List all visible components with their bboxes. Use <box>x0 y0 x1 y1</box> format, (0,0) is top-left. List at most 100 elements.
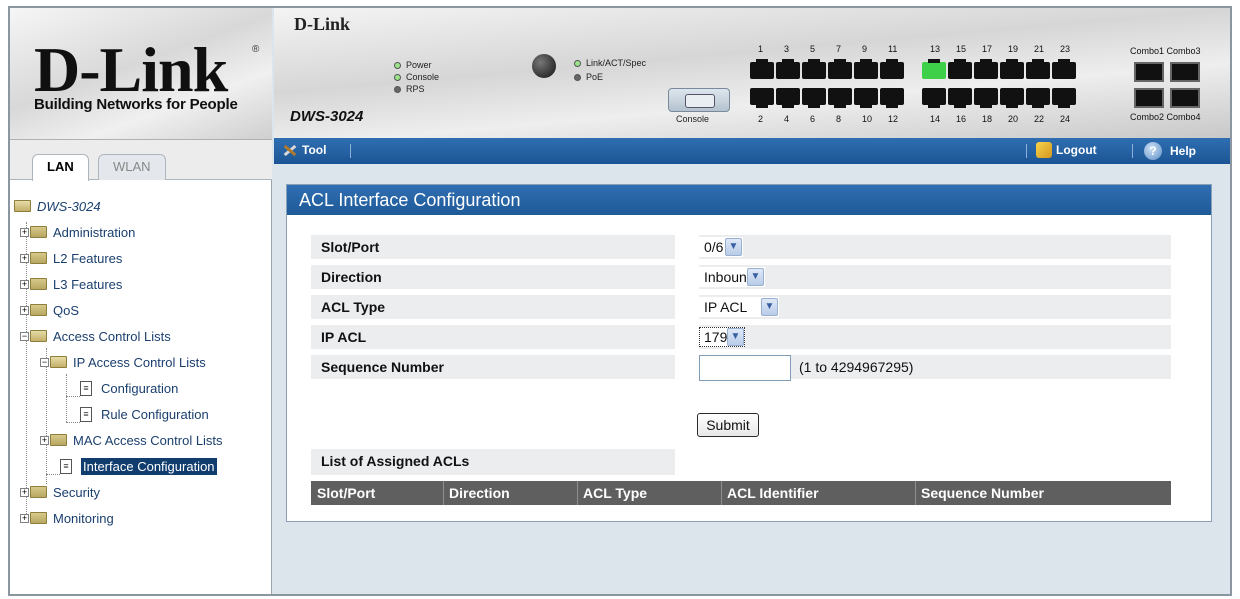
tree-item-access-control-lists[interactable]: − Access Control Lists <box>20 326 171 346</box>
port-22[interactable] <box>1026 88 1050 108</box>
help-button[interactable]: ? Help <box>1144 142 1196 160</box>
expand-icon[interactable]: + <box>20 279 29 289</box>
tree-item-interface-configuration[interactable]: ≡ Interface Configuration <box>60 456 217 476</box>
expand-icon[interactable]: + <box>20 487 29 497</box>
port-12[interactable] <box>880 88 904 108</box>
port-11[interactable] <box>880 59 904 79</box>
tree-item-label: MAC Access Control Lists <box>73 432 223 448</box>
port-8[interactable] <box>828 88 852 108</box>
port-21[interactable] <box>1026 59 1050 79</box>
port-13[interactable] <box>922 59 946 79</box>
tree-item-administration[interactable]: + Administration <box>20 222 135 242</box>
port-7[interactable] <box>828 59 852 79</box>
port-16[interactable] <box>948 88 972 108</box>
folder-open-icon <box>30 330 47 342</box>
port-14[interactable] <box>922 88 946 108</box>
acl-type-select[interactable]: IP ACL ▼ <box>699 297 779 317</box>
tab-lan[interactable]: LAN <box>32 154 89 181</box>
ip-acl-select[interactable]: 179 ▼ <box>699 327 745 347</box>
combo-bottom-label: Combo2 Combo4 <box>1130 112 1201 122</box>
tree-item-label: Rule Configuration <box>101 406 209 422</box>
port-number-label: 14 <box>930 114 941 124</box>
tree-item-mac-access-control-lists[interactable]: + MAC Access Control Lists <box>40 430 223 450</box>
expand-icon[interactable]: + <box>20 253 29 263</box>
port-23[interactable] <box>1052 59 1076 79</box>
port-number-label: 17 <box>982 44 993 54</box>
combo-port-4[interactable] <box>1170 88 1200 108</box>
port-4[interactable] <box>776 88 800 108</box>
collapse-icon[interactable]: − <box>20 331 29 341</box>
panel-model: DWS-3024 <box>290 108 364 125</box>
led-icon <box>574 59 581 67</box>
tree-item-qos[interactable]: + QoS <box>20 300 79 320</box>
port-6[interactable] <box>802 88 826 108</box>
port-9[interactable] <box>854 59 878 79</box>
port-2[interactable] <box>750 88 774 108</box>
tree-item-security[interactable]: + Security <box>20 482 100 502</box>
tree-item-label: Security <box>53 484 100 500</box>
port-24[interactable] <box>1052 88 1076 108</box>
port-number-label: 24 <box>1060 114 1071 124</box>
port-17[interactable] <box>974 59 998 79</box>
tree-item-l3-features[interactable]: + L3 Features <box>20 274 122 294</box>
document-icon: ≡ <box>80 380 92 396</box>
tree-root[interactable]: DWS-3024 <box>14 196 101 216</box>
port-15[interactable] <box>948 59 972 79</box>
sequence-number-input[interactable] <box>699 355 791 381</box>
port-number-label: 2 <box>758 114 764 124</box>
tree-item-monitoring[interactable]: + Monitoring <box>20 508 114 528</box>
collapse-icon[interactable]: − <box>40 357 49 367</box>
tools-icon <box>282 142 298 158</box>
tree-connector <box>66 422 80 423</box>
tool-button[interactable]: Tool <box>282 142 326 158</box>
combo-port-3[interactable] <box>1170 62 1200 82</box>
tree-item-rule-configuration[interactable]: ≡ Rule Configuration <box>80 404 209 424</box>
led-console: Console <box>394 72 439 82</box>
port-19[interactable] <box>1000 59 1024 79</box>
tree-item-label: QoS <box>53 302 80 318</box>
submit-button[interactable]: Submit <box>697 413 759 437</box>
chevron-down-icon: ▼ <box>761 298 778 316</box>
folder-icon <box>30 512 47 524</box>
port-1[interactable] <box>750 59 774 79</box>
expand-icon[interactable]: + <box>20 227 29 237</box>
combo-port-2[interactable] <box>1134 88 1164 108</box>
direction-label: Direction <box>311 265 675 289</box>
folder-icon <box>50 434 67 446</box>
chevron-down-icon: ▼ <box>725 238 742 256</box>
port-3[interactable] <box>776 59 800 79</box>
port-10[interactable] <box>854 88 878 108</box>
column-header-direction: Direction <box>449 485 510 501</box>
port-number-label: 13 <box>930 44 941 54</box>
port-number-label: 7 <box>836 44 842 54</box>
port-20[interactable] <box>1000 88 1024 108</box>
console-port-icon <box>668 88 730 112</box>
device-front-panel: D-Link DWS-3024 Power Console RPS Link/A… <box>274 8 1230 138</box>
left-column: D-Link ® Building Networks for People LA… <box>10 8 272 594</box>
logout-button[interactable]: Logout <box>1036 142 1097 158</box>
port-number-label: 3 <box>784 44 790 54</box>
tree-item-l2-features[interactable]: + L2 Features <box>20 248 122 268</box>
expand-icon[interactable]: + <box>40 435 49 445</box>
ip-acl-label: IP ACL <box>311 325 675 349</box>
tree-item-ip-access-control-lists[interactable]: − IP Access Control Lists <box>40 352 206 372</box>
combo-top-label: Combo1 Combo3 <box>1130 46 1201 56</box>
tree-item-configuration[interactable]: ≡ Configuration <box>80 378 178 398</box>
page-title: ACL Interface Configuration <box>287 185 1211 215</box>
sequence-number-label: Sequence Number <box>311 355 675 379</box>
direction-select[interactable]: Inbound ▼ <box>699 267 765 287</box>
led-poe: PoE <box>574 72 603 82</box>
tab-wlan[interactable]: WLAN <box>98 154 166 180</box>
port-18[interactable] <box>974 88 998 108</box>
expand-icon[interactable]: + <box>20 305 29 315</box>
led-icon <box>394 85 401 93</box>
slot-port-select[interactable]: 0/6 ▼ <box>699 237 743 257</box>
port-5[interactable] <box>802 59 826 79</box>
led-icon <box>394 73 401 81</box>
document-icon: ≡ <box>80 406 92 422</box>
mode-knob <box>532 54 556 78</box>
expand-icon[interactable]: + <box>20 513 29 523</box>
folder-open-icon <box>50 356 67 368</box>
combo-port-1[interactable] <box>1134 62 1164 82</box>
key-icon <box>1036 142 1052 158</box>
